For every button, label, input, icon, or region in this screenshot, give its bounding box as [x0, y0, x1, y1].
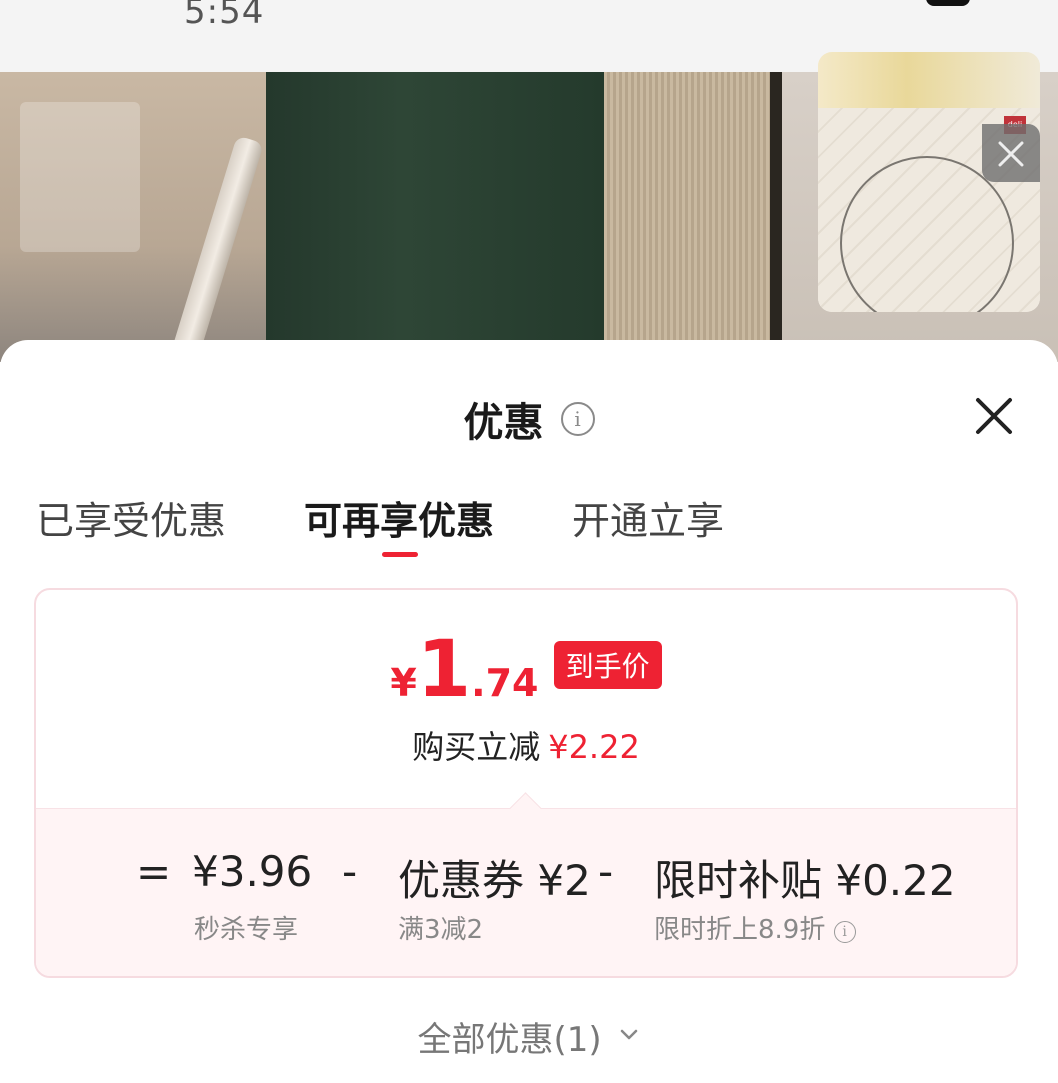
photo-notebook — [266, 72, 606, 362]
minus-sign: - — [342, 847, 358, 896]
final-price: ¥1.74 到手价 — [36, 630, 1016, 710]
purchase-reduction: 购买立减 ¥2.22 — [36, 722, 1016, 768]
all-offers-link[interactable]: 全部优惠(1) — [0, 1012, 1058, 1061]
final-price-tag: 到手价 — [553, 641, 662, 689]
photo-notebook-pages — [604, 72, 774, 362]
info-icon[interactable]: i — [833, 921, 856, 943]
subsidy-note-text: 限时折上8.9折 — [654, 915, 826, 945]
photo-notebook-edge — [770, 72, 782, 362]
price-decimal: .74 — [471, 661, 539, 705]
sheet-close-button[interactable] — [970, 392, 1018, 440]
price-currency: ¥ — [390, 661, 417, 705]
reduce-label: 购买立减 — [412, 728, 541, 766]
offers-sheet: 优惠 i 已享受优惠 可再享优惠 开通立享 ¥1.74 到手价 购买立减 ¥2.2… — [0, 340, 1058, 1083]
equals-sign: = — [136, 847, 172, 896]
status-time: 5:54 — [184, 0, 265, 32]
price-breakdown: = ¥3.96 秒杀专享 - 优惠券 ¥2 满3减2 - 限时补贴 ¥0.22 … — [36, 792, 1016, 976]
subsidy-note: 限时折上8.9折 i — [654, 909, 856, 946]
base-price-label: 秒杀专享 — [194, 915, 299, 945]
reduce-amount: ¥2.22 — [548, 728, 640, 766]
thumb-top — [818, 52, 1040, 108]
base-price: ¥3.96 — [192, 847, 313, 896]
sheet-title: 优惠 — [463, 400, 544, 446]
offer-card: ¥1.74 到手价 购买立减 ¥2.22 = ¥3.96 秒杀专享 - 优惠券 ¥… — [34, 588, 1018, 978]
offer-tabs: 已享受优惠 可再享优惠 开通立享 — [0, 490, 1058, 560]
tab-enjoyed-offers[interactable]: 已享受优惠 — [36, 490, 226, 545]
info-icon[interactable]: i — [560, 402, 595, 436]
thumbnail-close-button[interactable] — [982, 124, 1040, 182]
floating-video-thumbnail[interactable]: deli — [818, 52, 1040, 312]
camera-notch — [926, 0, 970, 6]
all-offers-label: 全部优惠(1) — [417, 1020, 602, 1060]
sheet-header: 优惠 i — [0, 390, 1058, 448]
minus-sign: - — [598, 847, 614, 896]
coupon-condition: 满3减2 — [398, 915, 484, 945]
price-integer: 1 — [416, 625, 472, 715]
tab-more-offers[interactable]: 可再享优惠 — [304, 490, 494, 545]
close-icon — [998, 141, 1024, 167]
subsidy-amount: 限时补贴 ¥0.22 — [654, 856, 956, 905]
coupon-amount: 优惠券 ¥2 — [398, 856, 591, 905]
chevron-down-icon — [621, 1029, 638, 1040]
photo-window — [20, 102, 140, 252]
tab-activate-offers[interactable]: 开通立享 — [572, 490, 724, 545]
active-tab-indicator — [382, 552, 418, 557]
breakdown-pointer — [509, 792, 542, 825]
